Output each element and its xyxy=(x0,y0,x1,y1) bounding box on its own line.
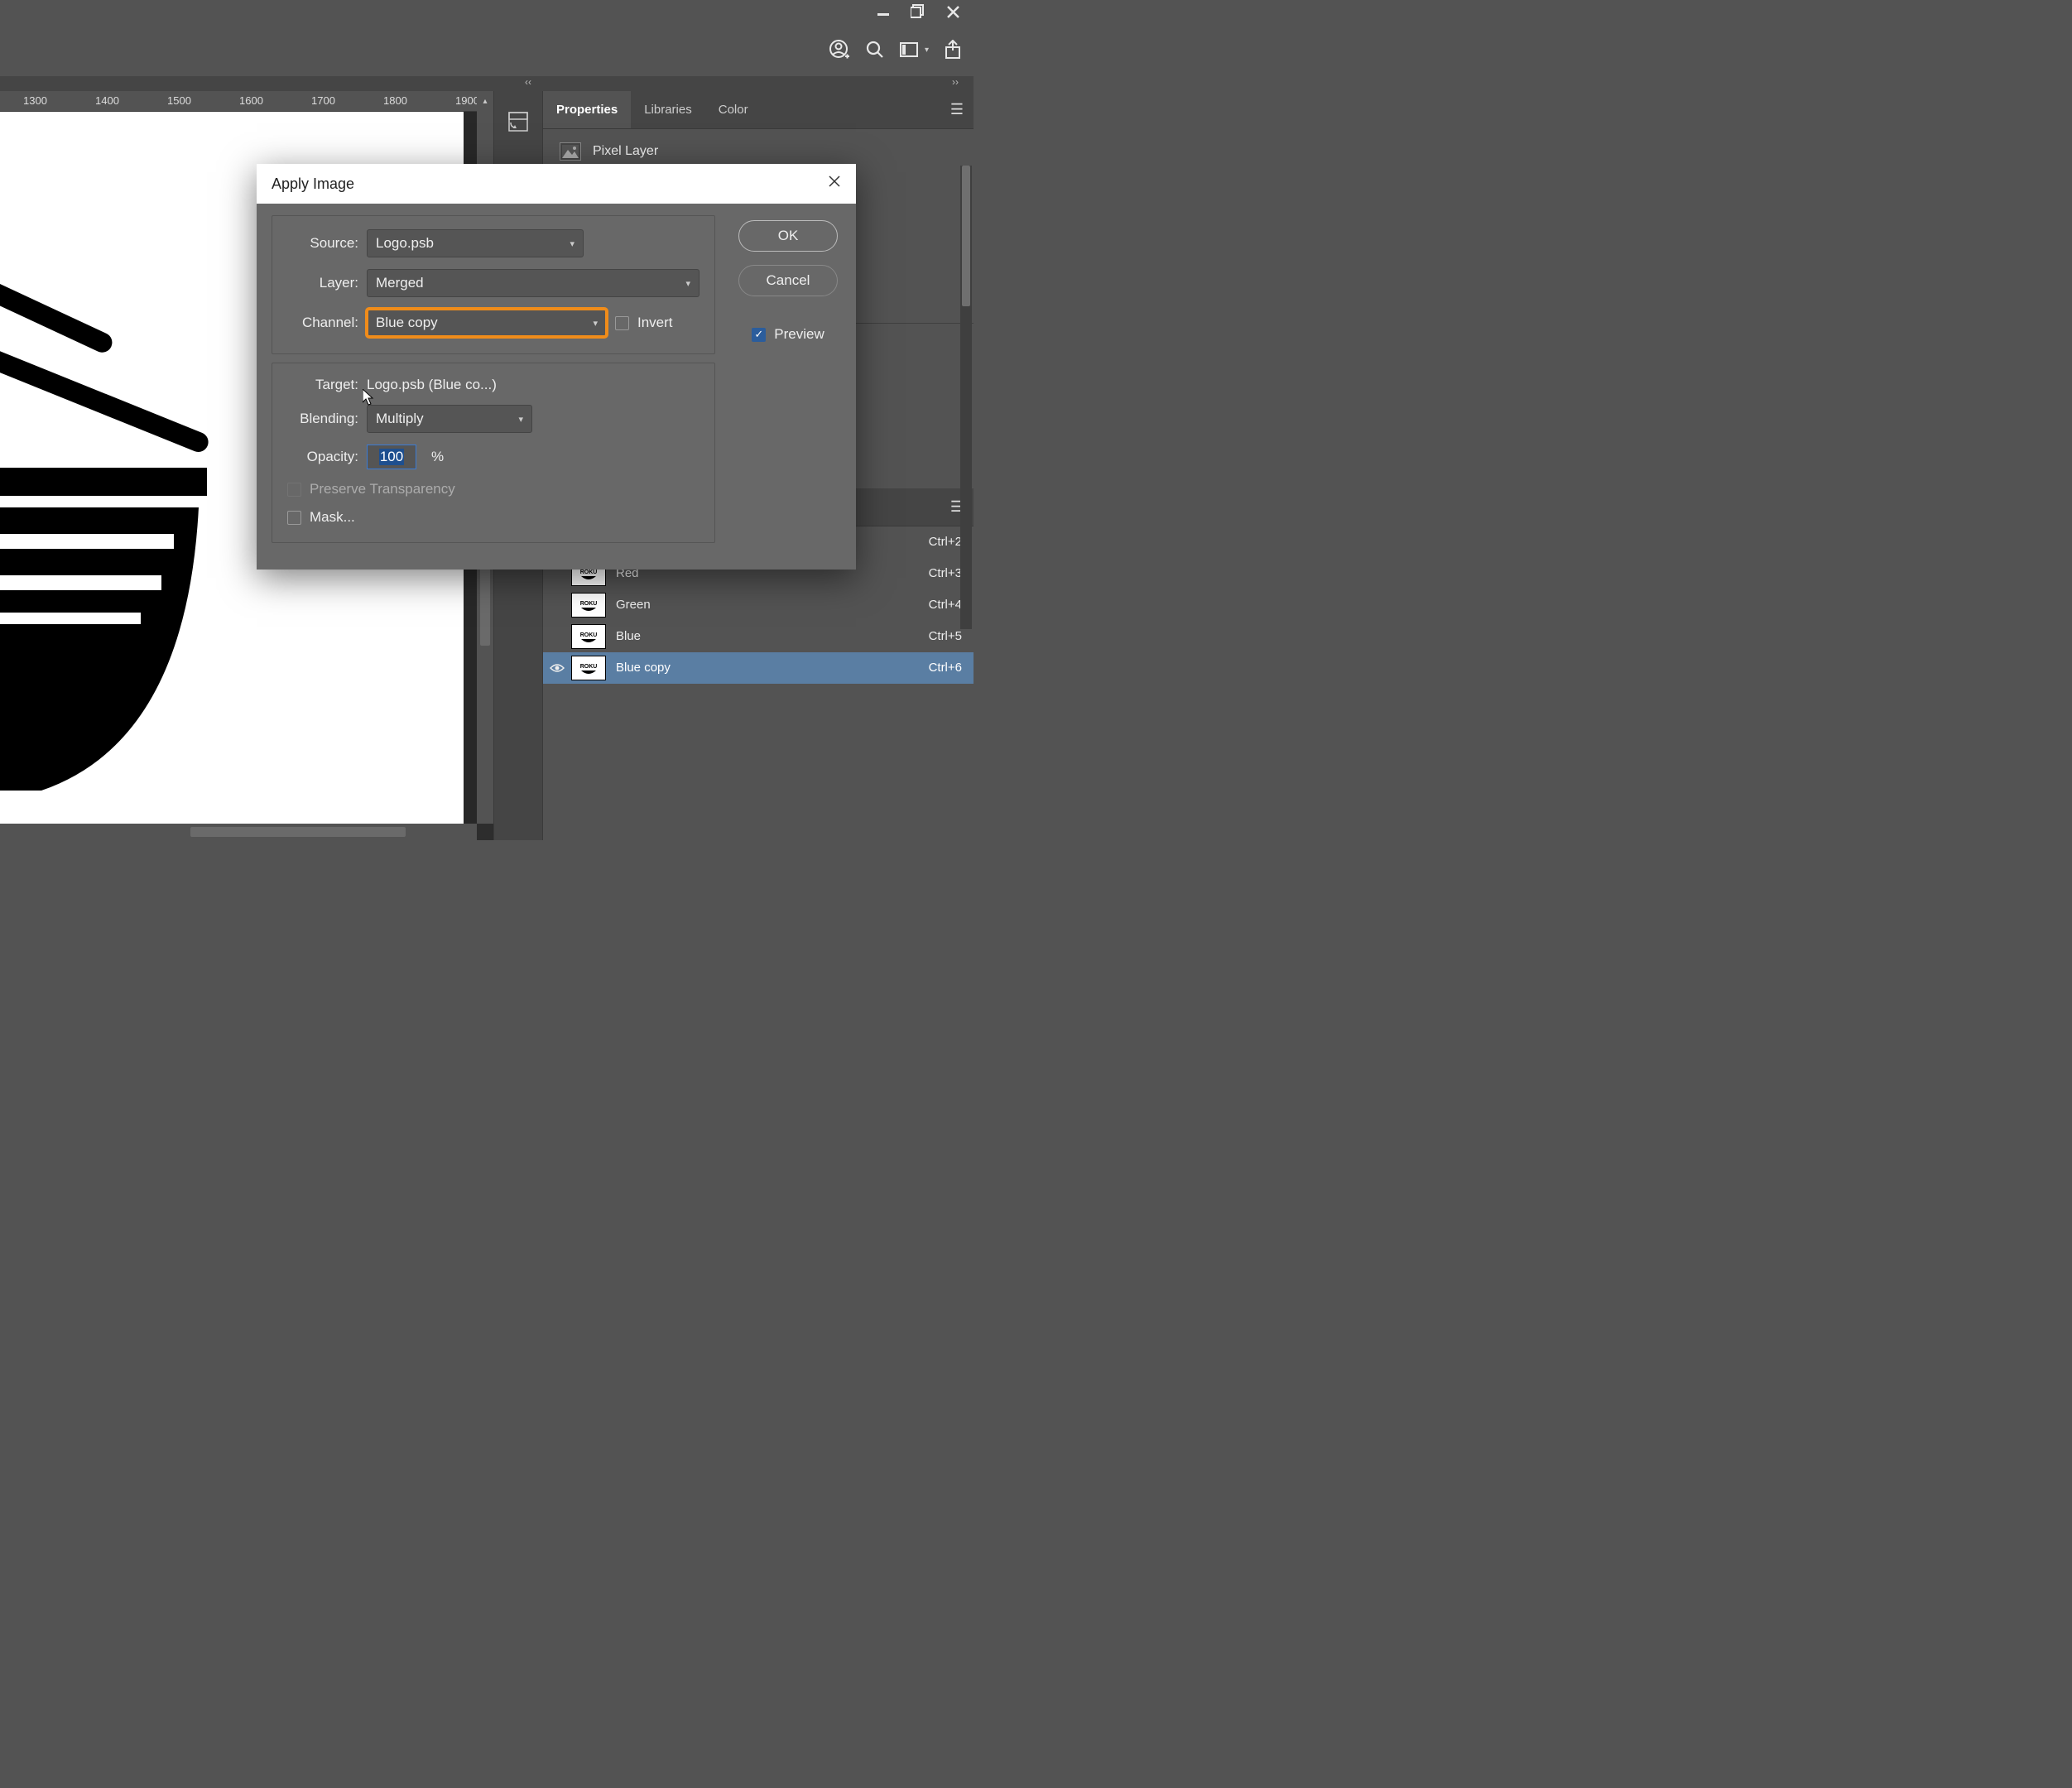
search-icon[interactable] xyxy=(865,40,885,60)
target-group: Target: Logo.psb (Blue co...) Blending: … xyxy=(272,363,715,543)
pixel-layer-label: Pixel Layer xyxy=(593,144,658,159)
chevron-down-icon: ▾ xyxy=(593,318,598,329)
source-group: Source: Logo.psb ▾ Layer: Merged ▾ Chann… xyxy=(272,215,715,354)
app-vertical-scrollbar[interactable] xyxy=(960,166,972,629)
layer-value: Merged xyxy=(376,275,424,291)
invert-label: Invert xyxy=(637,315,673,331)
channel-thumbnail: ROKU xyxy=(571,593,606,618)
mask-checkbox[interactable] xyxy=(287,511,301,525)
channel-row[interactable]: ROKU GreenCtrl+4 xyxy=(543,589,974,621)
chevron-down-icon: ▾ xyxy=(685,278,690,289)
collapse-left-icon[interactable]: ‹‹ xyxy=(525,76,531,88)
horizontal-scrollbar-thumb[interactable] xyxy=(190,827,405,837)
workspace-icon[interactable]: ▾ xyxy=(900,42,929,57)
properties-panel-tabs: Properties Libraries Color ☰ xyxy=(543,91,974,129)
history-panel-icon[interactable] xyxy=(507,111,529,132)
ok-button[interactable]: OK xyxy=(738,220,838,252)
dialog-title: Apply Image xyxy=(272,175,354,193)
panel-menu-icon[interactable]: ☰ xyxy=(940,101,974,118)
cancel-button[interactable]: Cancel xyxy=(738,265,838,296)
svg-text:ROKU: ROKU xyxy=(580,664,598,670)
opacity-input[interactable]: 100 xyxy=(367,445,416,469)
ruler-horizontal[interactable]: 1300 1400 1500 1600 1700 1800 1900 xyxy=(0,91,477,112)
top-toolbar: ▾ xyxy=(0,23,974,76)
channel-thumbnail: ROKU xyxy=(571,656,606,680)
source-dropdown[interactable]: Logo.psb ▾ xyxy=(367,229,584,257)
layer-dropdown[interactable]: Merged ▾ xyxy=(367,269,699,297)
chevron-down-icon: ▾ xyxy=(570,238,574,249)
source-label: Source: xyxy=(287,235,358,252)
preview-checkbox[interactable]: ✓ xyxy=(752,328,766,342)
opacity-value: 100 xyxy=(379,449,404,465)
channel-shortcut: Ctrl+5 xyxy=(929,629,962,643)
preserve-transparency-checkbox xyxy=(287,483,301,497)
channel-row[interactable]: ROKU BlueCtrl+5 xyxy=(543,621,974,652)
mask-label: Mask... xyxy=(310,509,355,526)
preserve-transparency-label: Preserve Transparency xyxy=(310,481,455,497)
channel-name: Green xyxy=(616,598,929,612)
source-value: Logo.psb xyxy=(376,235,434,252)
channel-value: Blue copy xyxy=(376,315,438,331)
window-close-button[interactable] xyxy=(945,4,960,19)
ruler-tick: 1500 xyxy=(167,94,191,107)
title-bar xyxy=(0,0,974,23)
ruler-tick: 1600 xyxy=(239,94,263,107)
tab-color[interactable]: Color xyxy=(705,91,762,128)
channels-panel-body: ROKURGBCtrl+2ROKURedCtrl+3ROKUGreenCtrl+… xyxy=(543,526,974,841)
app-vertical-scrollbar-thumb[interactable] xyxy=(962,166,970,306)
ruler-tick: 1400 xyxy=(95,94,119,107)
layer-label: Layer: xyxy=(287,275,358,291)
blending-value: Multiply xyxy=(376,411,424,427)
channel-row[interactable]: ROKU Blue copyCtrl+6 xyxy=(543,652,974,684)
visibility-toggle[interactable] xyxy=(543,663,571,673)
share-icon[interactable] xyxy=(944,40,962,60)
ruler-tick: 1700 xyxy=(311,94,335,107)
chevron-down-icon: ▾ xyxy=(518,414,523,425)
channel-dropdown[interactable]: Blue copy ▾ xyxy=(367,309,607,337)
svg-text:ROKU: ROKU xyxy=(580,601,598,607)
ruler-tick: 1800 xyxy=(383,94,407,107)
percent-label: % xyxy=(431,449,444,465)
ruler-tick: 1300 xyxy=(23,94,47,107)
blending-dropdown[interactable]: Multiply ▾ xyxy=(367,405,532,433)
preview-label: Preview xyxy=(774,326,824,343)
ruler-tick: 1900 xyxy=(455,94,479,107)
apply-image-dialog: Apply Image Source: Logo.psb ▾ Layer: Me… xyxy=(257,164,856,570)
target-label: Target: xyxy=(287,377,358,393)
channel-name: Blue copy xyxy=(616,661,929,675)
mouse-cursor-icon xyxy=(363,389,374,406)
scroll-up-button[interactable]: ▴ xyxy=(477,91,493,112)
window-minimize-button[interactable] xyxy=(876,4,891,19)
blending-label: Blending: xyxy=(287,411,358,427)
channel-shortcut: Ctrl+4 xyxy=(929,598,962,612)
svg-text:ROKU: ROKU xyxy=(580,570,598,575)
panel-collapse-bar: ‹‹ ›› xyxy=(0,76,974,91)
target-value: Logo.psb (Blue co...) xyxy=(367,377,497,393)
invert-checkbox[interactable] xyxy=(615,316,629,330)
channel-shortcut: Ctrl+3 xyxy=(929,566,962,580)
account-icon[interactable] xyxy=(829,39,850,60)
tab-properties[interactable]: Properties xyxy=(543,91,631,128)
channel-name: Blue xyxy=(616,629,929,643)
collapse-right-icon[interactable]: ›› xyxy=(952,76,959,88)
channel-thumbnail: ROKU xyxy=(571,624,606,649)
dialog-close-button[interactable] xyxy=(828,175,841,193)
horizontal-scrollbar[interactable] xyxy=(0,824,477,840)
window-maximize-button[interactable] xyxy=(911,4,925,19)
channel-shortcut: Ctrl+6 xyxy=(929,661,962,675)
channel-label: Channel: xyxy=(287,315,358,331)
svg-text:ROKU: ROKU xyxy=(580,632,598,638)
dialog-titlebar[interactable]: Apply Image xyxy=(257,164,856,204)
channel-shortcut: Ctrl+2 xyxy=(929,535,962,549)
tab-libraries[interactable]: Libraries xyxy=(631,91,705,128)
pixel-layer-icon xyxy=(560,142,581,161)
opacity-label: Opacity: xyxy=(287,449,358,465)
